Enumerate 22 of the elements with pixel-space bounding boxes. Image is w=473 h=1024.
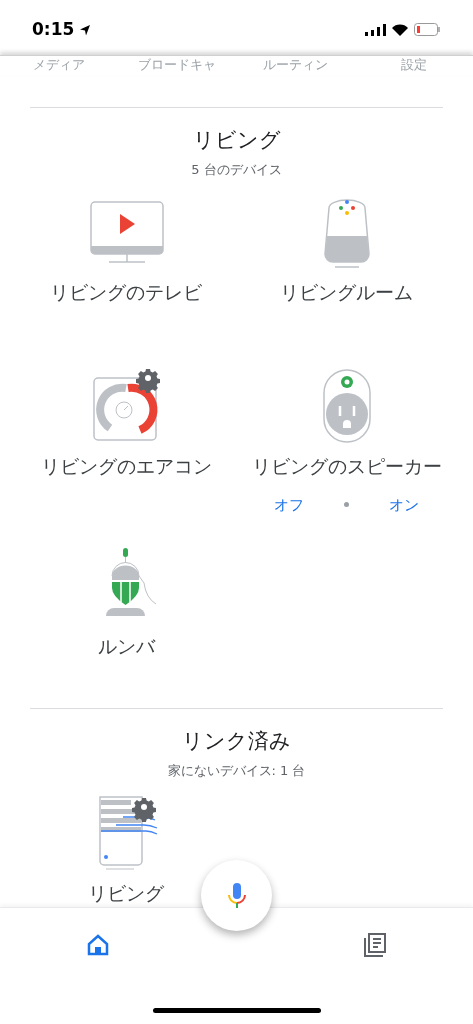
section-subtitle: 5 台のデバイス (191, 161, 282, 179)
microphone-icon (226, 882, 247, 909)
signal-icon (365, 23, 386, 36)
feed-tab[interactable] (363, 932, 387, 958)
stacked-document-icon (363, 932, 387, 958)
section-title: リンク済み (182, 728, 291, 755)
battery-icon (414, 23, 441, 37)
section-title: リビング (192, 127, 281, 154)
device-name[interactable]: リビングルーム (280, 279, 414, 304)
device-name[interactable]: リビングのテレビ (50, 279, 203, 304)
wifi-icon (392, 23, 408, 36)
home-icon (87, 934, 109, 956)
home-tab[interactable] (86, 932, 110, 958)
device-name[interactable]: リビング (88, 880, 165, 905)
device-name[interactable]: リビングのスピーカー (251, 453, 442, 478)
device-name[interactable]: リビングのエアコン (40, 453, 212, 478)
clock-time: 0:15 (32, 18, 75, 41)
toggle-button[interactable]: オン (389, 493, 420, 516)
toggle-button[interactable]: オフ (274, 493, 305, 516)
location-arrow-icon (79, 23, 92, 36)
device-name[interactable]: ルンバ (97, 634, 155, 658)
section-subtitle: 家にないデバイス: 1 台 (167, 762, 306, 780)
